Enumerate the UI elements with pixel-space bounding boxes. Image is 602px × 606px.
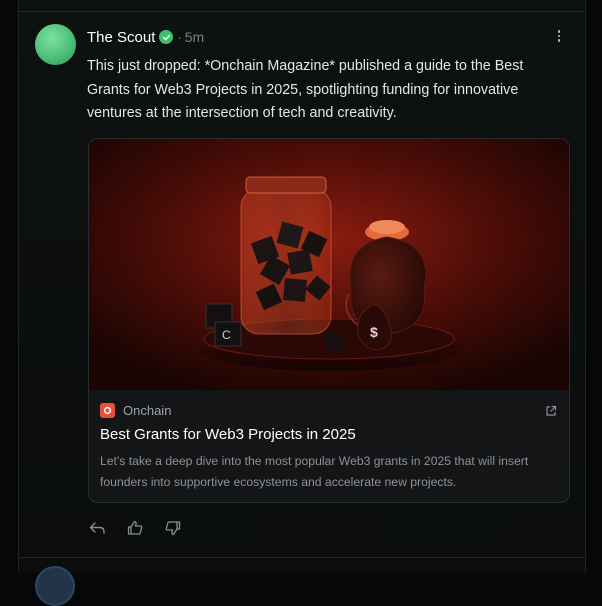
avatar[interactable] <box>35 24 76 65</box>
avatar[interactable] <box>35 566 75 606</box>
thumbs-down-icon[interactable] <box>163 518 183 538</box>
source-name: Onchain <box>123 403 172 418</box>
card-description: Let's take a deep dive into the most pop… <box>100 454 529 489</box>
external-link-icon[interactable] <box>545 405 557 417</box>
card-source: Onchain <box>100 403 171 418</box>
post-header: The Scout · 5m <box>87 27 204 47</box>
divider <box>19 557 585 558</box>
verified-icon <box>159 30 174 44</box>
divider <box>19 11 585 12</box>
onchain-logo-icon <box>100 403 115 418</box>
feed-column: The Scout · 5m This just dropped: *Oncha… <box>18 0 586 606</box>
svg-text:C: C <box>222 328 231 342</box>
money-symbol: $ <box>370 324 378 340</box>
card-image: C $ <box>89 139 569 390</box>
link-preview-card[interactable]: C $ Onchain Best Grants for Web3 Project… <box>88 138 570 503</box>
post-text: This just dropped: *Onchain Magazine* pu… <box>87 58 524 121</box>
post-actions <box>87 518 183 538</box>
dot-separator: · <box>177 29 182 45</box>
post-time[interactable]: 5m <box>185 29 204 45</box>
reply-icon[interactable] <box>87 518 107 538</box>
more-options-icon[interactable] <box>553 27 565 45</box>
card-title[interactable]: Best Grants for Web3 Projects in 2025 <box>100 426 356 443</box>
author-name[interactable]: The Scout <box>87 29 155 46</box>
thumbs-up-icon[interactable] <box>125 518 145 538</box>
